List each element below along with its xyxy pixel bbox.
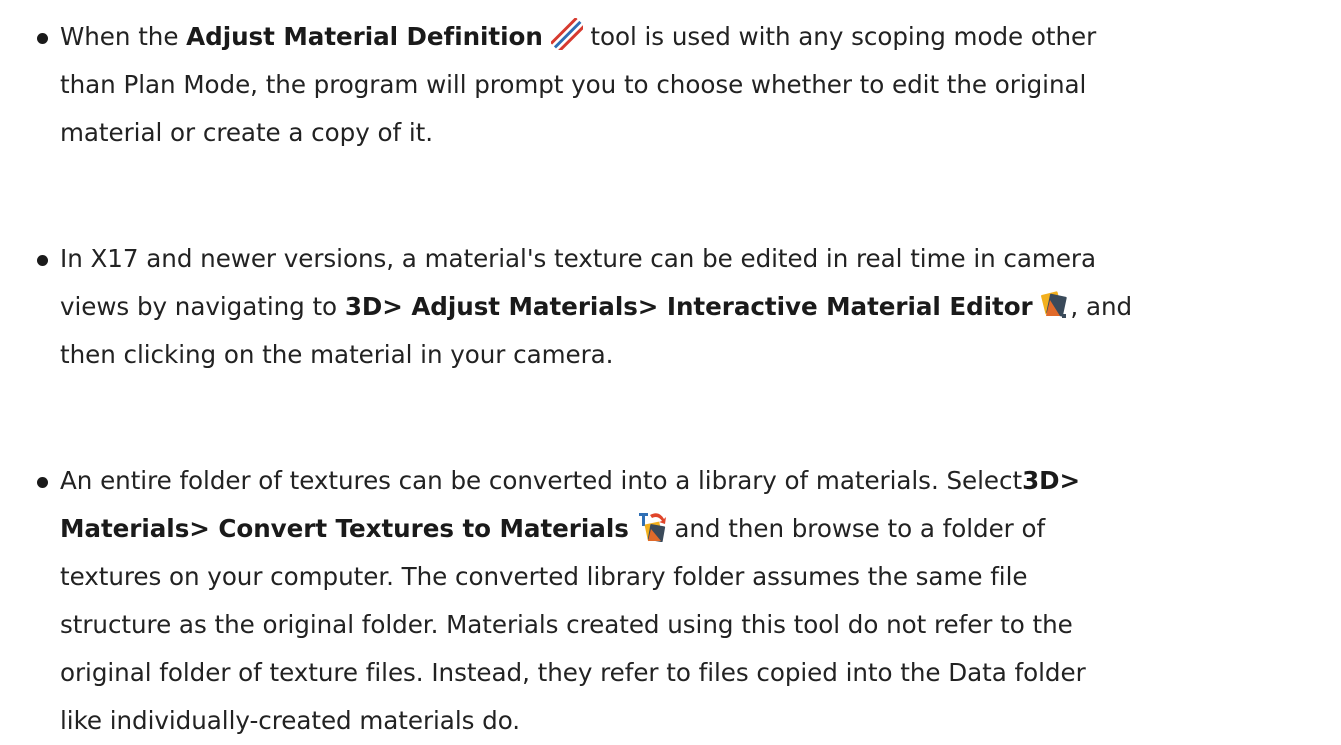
- text-run: and then browse to a folder of: [666, 514, 1046, 543]
- menu-path: 3D>: [1022, 466, 1081, 495]
- menu-path: 3D> Adjust Materials> Interactive Materi…: [344, 292, 1033, 321]
- bullet-text: An entire folder of textures can be conv…: [60, 457, 1335, 745]
- text-run: An entire folder of textures can be conv…: [60, 466, 1023, 495]
- text-run: tool is used with any scoping mode other: [582, 22, 1097, 51]
- interactive-material-editor-icon: [1040, 288, 1070, 320]
- bullet-text: In X17 and newer versions, a material's …: [60, 235, 1335, 379]
- text-line: original folder of texture files. Instea…: [60, 658, 1086, 687]
- text-line: structure as the original folder. Materi…: [60, 610, 1073, 639]
- adjust-material-definition-icon: [550, 18, 583, 50]
- text-line: Materials> Convert Textures to Materials…: [60, 505, 1335, 553]
- text-line: An entire folder of textures can be conv…: [60, 457, 1335, 505]
- text-line: textures on your computer. The converted…: [60, 562, 1028, 591]
- bullet-text: When the Adjust Material Definition tool…: [60, 13, 1335, 157]
- tool-name: Adjust Material Definition: [186, 22, 543, 51]
- text-line: like individually-created materials do.: [60, 706, 521, 735]
- text-run: When the: [60, 22, 187, 51]
- bullet-dot: [37, 33, 48, 44]
- text-line: material or create a copy of it.: [60, 118, 433, 147]
- text-run: views by navigating to: [60, 292, 345, 321]
- menu-path: Materials> Convert Textures to Materials: [60, 514, 629, 543]
- bullet-dot: [37, 477, 48, 488]
- text-line: then clicking on the material in your ca…: [60, 340, 614, 369]
- text-run: , and: [1070, 292, 1133, 321]
- text-line: When the Adjust Material Definition tool…: [60, 13, 1335, 61]
- text-line: views by navigating to 3D> Adjust Materi…: [60, 283, 1335, 331]
- convert-textures-to-materials-icon: [637, 510, 667, 542]
- bullet-dot: [37, 255, 48, 266]
- text-line: In X17 and newer versions, a material's …: [60, 244, 1096, 273]
- text-line: than Plan Mode, the program will prompt …: [60, 70, 1087, 99]
